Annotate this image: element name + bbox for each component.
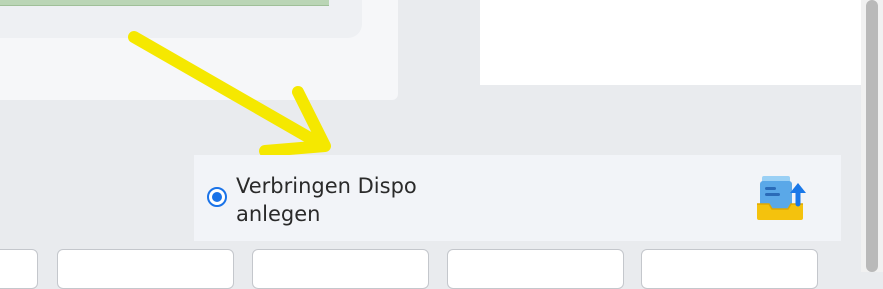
bottom-button-4[interactable] [447,249,624,289]
status-bar-green [0,0,329,6]
option-label[interactable]: Verbringen Dispo anlegen [236,172,496,228]
radio-button-selected[interactable] [207,187,227,207]
left-panel-inner-card [0,0,362,38]
left-panel [0,0,398,100]
tray-upload-icon [757,176,806,220]
option-label-line1: Verbringen Dispo [236,174,417,198]
bottom-button-1[interactable] [0,249,38,289]
option-label-line2: anlegen [236,202,321,226]
right-panel [480,0,861,85]
scrollbar-thumb[interactable] [866,0,878,272]
bottom-button-2[interactable] [57,249,234,289]
bottom-button-5[interactable] [641,249,818,289]
bottom-button-3[interactable] [252,249,429,289]
